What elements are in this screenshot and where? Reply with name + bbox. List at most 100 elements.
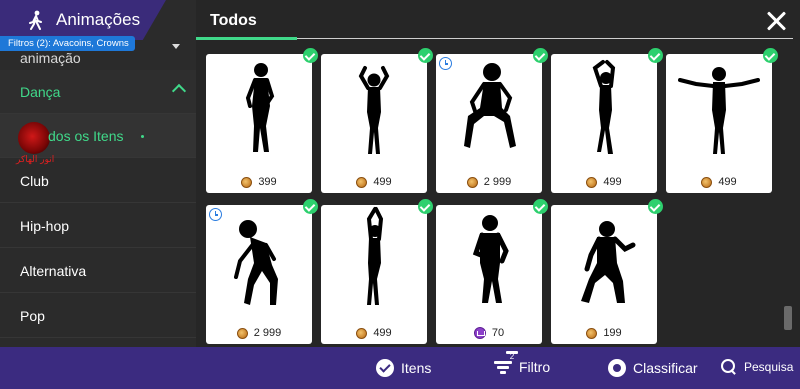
scroll-thumb[interactable] bbox=[784, 306, 792, 330]
price-tag: 199 bbox=[551, 327, 657, 339]
price-value: 2 999 bbox=[483, 176, 512, 188]
sidebar-item-label: Club bbox=[20, 172, 49, 189]
items-button[interactable]: Itens bbox=[376, 359, 431, 377]
coin-icon bbox=[241, 176, 253, 188]
coin-icon bbox=[356, 176, 368, 188]
filter-button[interactable]: 2 Filtro bbox=[494, 351, 551, 375]
items-label: Itens bbox=[401, 360, 432, 376]
sidebar-item-label: Pop bbox=[20, 307, 45, 324]
coin-icon bbox=[236, 327, 248, 339]
coin-icon bbox=[356, 327, 368, 339]
header-divider bbox=[297, 38, 793, 39]
active-dot-icon bbox=[141, 135, 144, 138]
sidebar-section-danca[interactable]: Dança bbox=[0, 70, 196, 114]
sort-gear-icon bbox=[608, 359, 626, 377]
price-value: 499 bbox=[718, 176, 737, 188]
sidebar-item-hip-hop[interactable]: Hip-hop bbox=[0, 204, 196, 248]
filter-label: Filtro bbox=[519, 359, 551, 375]
crown-icon bbox=[473, 327, 486, 339]
price-tag: 2 999 bbox=[206, 327, 312, 339]
dance-pose-figure bbox=[366, 207, 384, 305]
owned-check-icon bbox=[303, 48, 318, 63]
search-button[interactable]: Pesquisa bbox=[721, 359, 793, 375]
dance-pose-figure bbox=[464, 63, 516, 148]
dance-pose-figure bbox=[581, 221, 636, 303]
animation-card[interactable]: 499 bbox=[321, 48, 433, 193]
owned-check-icon bbox=[763, 48, 778, 63]
price-value: 70 bbox=[491, 327, 505, 339]
chevron-down-icon bbox=[172, 44, 180, 49]
price-value: 399 bbox=[258, 176, 277, 188]
animation-card[interactable]: 2 999 bbox=[206, 199, 318, 344]
price-value: 499 bbox=[603, 176, 622, 188]
sidebar-item-animacao[interactable]: animação bbox=[20, 50, 81, 66]
coin-icon bbox=[586, 327, 598, 339]
filter-icon: 2 bbox=[494, 351, 518, 375]
dance-pose-figure bbox=[358, 66, 390, 154]
sidebar-item-label: Hip-hop bbox=[20, 217, 70, 234]
sidebar-title: Animações bbox=[56, 10, 141, 29]
owned-check-icon bbox=[648, 48, 663, 63]
price-value: 199 bbox=[603, 327, 622, 339]
chevron-up-icon bbox=[171, 83, 187, 99]
dance-pose-figure bbox=[678, 67, 760, 154]
sidebar-title-row: Animações bbox=[28, 10, 140, 30]
owned-check-icon bbox=[533, 48, 548, 63]
dance-pose-figure bbox=[245, 63, 275, 152]
walking-person-icon bbox=[29, 10, 42, 30]
animation-card[interactable]: 2 999 bbox=[436, 48, 548, 193]
owned-check-icon bbox=[418, 199, 433, 214]
price-tag: 70 bbox=[436, 327, 542, 339]
sidebar-item-label: Alternativa bbox=[20, 262, 87, 279]
search-icon bbox=[721, 359, 737, 375]
filter-count-badge: 2 bbox=[506, 351, 518, 361]
price-tag: 499 bbox=[551, 176, 657, 188]
close-icon[interactable] bbox=[765, 10, 787, 32]
price-value: 2 999 bbox=[253, 327, 282, 339]
sidebar-item-todos-os-itens[interactable]: dos os Itens انور الهاكر bbox=[0, 114, 196, 165]
dance-pose-figure bbox=[472, 215, 509, 303]
owned-check-icon bbox=[418, 48, 433, 63]
sidebar-item-club[interactable]: Club bbox=[0, 159, 196, 203]
price-tag: 499 bbox=[666, 176, 772, 188]
scrollbar[interactable] bbox=[784, 54, 792, 344]
limited-time-clock-icon bbox=[439, 57, 452, 70]
search-label: Pesquisa bbox=[744, 360, 794, 374]
animation-card[interactable]: 499 bbox=[321, 199, 433, 344]
animation-card[interactable]: 70 bbox=[436, 199, 548, 344]
owned-check-icon bbox=[648, 199, 663, 214]
sidebar-item-label: dos os Itens bbox=[48, 128, 124, 144]
animation-card[interactable]: 499 bbox=[551, 48, 663, 193]
filter-badge[interactable]: Filtros (2): Avacoins, Crowns bbox=[0, 36, 135, 51]
price-value: 499 bbox=[373, 327, 392, 339]
sidebar: Animações Filtros (2): Avacoins, Crowns … bbox=[0, 0, 196, 347]
sidebar-item-alternativa[interactable]: Alternativa bbox=[0, 249, 196, 293]
tab-active-indicator bbox=[196, 37, 297, 40]
sort-label: Classificar bbox=[633, 360, 698, 376]
check-circle-icon bbox=[376, 359, 394, 377]
coin-icon bbox=[586, 176, 598, 188]
owned-check-icon bbox=[533, 199, 548, 214]
dance-pose-figure bbox=[234, 220, 278, 305]
dance-pose-figure bbox=[592, 60, 616, 154]
animation-card[interactable]: 399 bbox=[206, 48, 318, 193]
animation-grid: 399 499 2 999 499 499 2 999 499 70 199 bbox=[206, 48, 778, 344]
price-value: 499 bbox=[373, 176, 392, 188]
price-tag: 2 999 bbox=[436, 176, 542, 188]
coin-icon bbox=[466, 176, 478, 188]
bottom-toolbar: Itens 2 Filtro Classificar Pesquisa bbox=[0, 347, 800, 389]
sidebar-section-label: Dança bbox=[20, 83, 61, 100]
coin-icon bbox=[701, 176, 713, 188]
sort-button[interactable]: Classificar bbox=[608, 359, 698, 377]
bull-logo-icon bbox=[18, 122, 50, 154]
animation-card[interactable]: 199 bbox=[551, 199, 663, 344]
price-tag: 399 bbox=[206, 176, 312, 188]
limited-time-clock-icon bbox=[209, 208, 222, 221]
tab-todos[interactable]: Todos bbox=[210, 12, 257, 30]
owned-check-icon bbox=[303, 199, 318, 214]
price-tag: 499 bbox=[321, 176, 427, 188]
sidebar-item-pop[interactable]: Pop bbox=[0, 294, 196, 338]
app-window: Animações Filtros (2): Avacoins, Crowns … bbox=[0, 0, 800, 389]
animation-card[interactable]: 499 bbox=[666, 48, 778, 193]
price-tag: 499 bbox=[321, 327, 427, 339]
